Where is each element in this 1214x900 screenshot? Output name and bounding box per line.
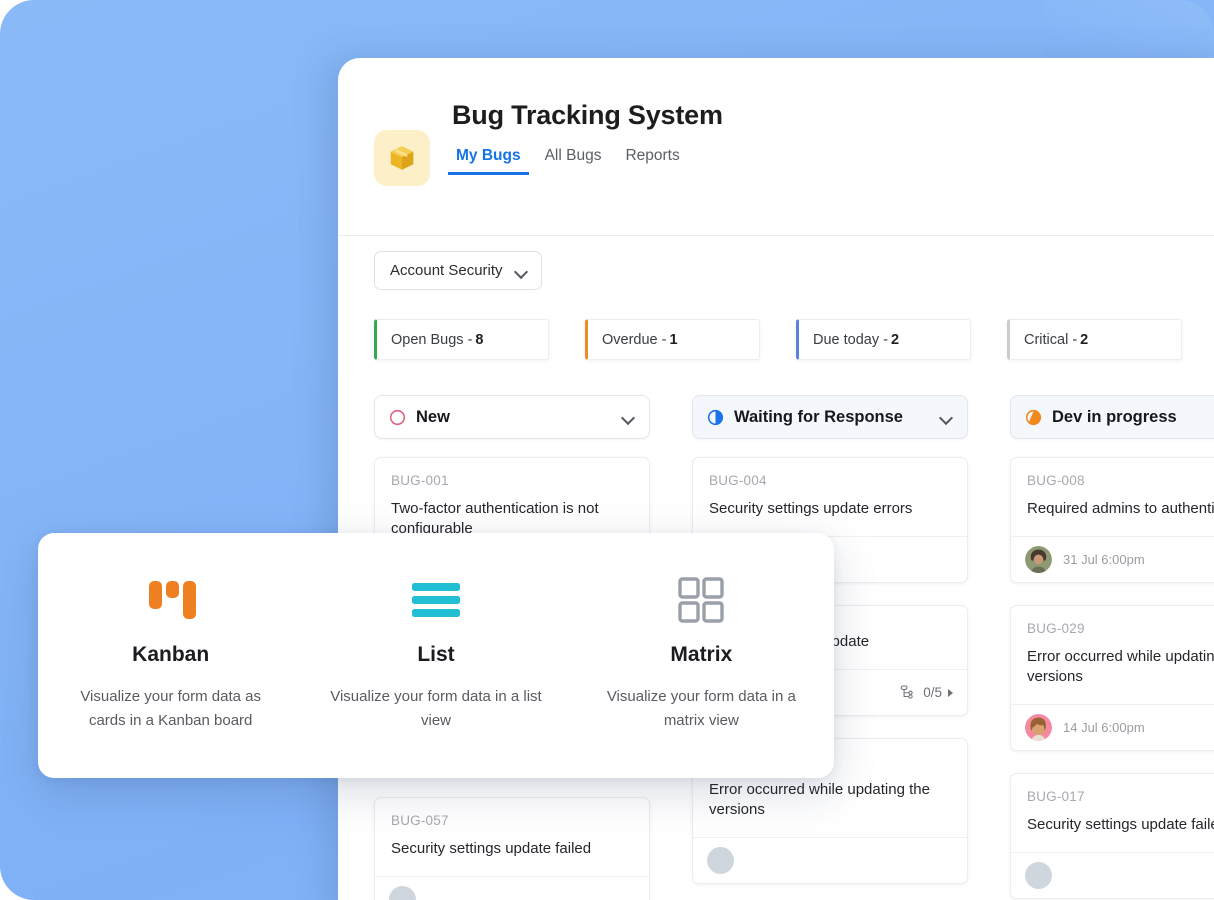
backdrop-corner-accent [1044, 0, 1214, 66]
form-filter-label: Account Security [390, 262, 503, 279]
card-footer [375, 876, 649, 900]
column-cards: BUG-008 Required admins to authenticate [1010, 457, 1214, 899]
header-divider [338, 235, 1214, 236]
caret-right-icon [948, 688, 953, 697]
stat-card-due-today[interactable]: Due today - 2 [796, 319, 971, 360]
screen-root: Bug Tracking System My Bugs All Bugs Rep… [0, 0, 1214, 900]
list-lines-icon [329, 573, 542, 627]
stat-card-open-bugs[interactable]: Open Bugs - 8 [374, 319, 549, 360]
card-footer: 31 Jul 6:00pm [1011, 536, 1214, 582]
card-bug-title: Security settings update failed [391, 840, 592, 857]
column-title: New [416, 407, 450, 426]
stat-value: 2 [890, 331, 900, 348]
avatar [389, 886, 416, 900]
stats-row: Open Bugs - 8 Overdue - 1 Due today - 2 … [374, 319, 1182, 360]
circle-empty-icon [389, 409, 406, 426]
tab-all-bugs[interactable]: All Bugs [537, 143, 610, 175]
bug-card[interactable]: BUG-008 Required admins to authenticate [1010, 457, 1214, 583]
column-title: Dev in progress [1052, 407, 1177, 426]
kanban-bars-icon [64, 573, 277, 627]
subtask-count: 0/5 [923, 685, 942, 700]
page-title: Bug Tracking System [452, 100, 723, 130]
view-option-kanban[interactable]: Kanban Visualize your form data as cards… [38, 573, 303, 733]
view-option-list[interactable]: List Visualize your form data in a list … [303, 573, 568, 733]
card-bug-id: BUG-057 [391, 813, 449, 828]
tab-bar: My Bugs All Bugs Reports [448, 143, 688, 175]
tab-reports[interactable]: Reports [617, 143, 687, 175]
bug-card[interactable]: BUG-057 Security settings update failed [374, 797, 650, 900]
form-filter-dropdown[interactable]: Account Security [374, 251, 542, 290]
stat-label: Open Bugs - [391, 331, 473, 348]
stat-label: Critical - [1024, 331, 1078, 348]
stat-value: 8 [475, 331, 484, 348]
chevron-down-icon[interactable] [940, 413, 953, 421]
subtask-counter[interactable]: 0/5 [900, 685, 953, 700]
card-bug-title: Error occurred while updating the versio… [1027, 648, 1214, 685]
view-option-description: Visualize your form data as cards in a K… [80, 688, 261, 729]
view-option-name: Matrix [670, 643, 733, 666]
card-bug-id: BUG-008 [1027, 473, 1085, 488]
chevron-down-icon[interactable] [622, 413, 635, 421]
bug-card[interactable]: BUG-029 Error occurred while updating th… [1010, 605, 1214, 751]
stat-label: Overdue - [602, 331, 667, 348]
column-header-waiting-for-response[interactable]: Waiting for Response [692, 395, 968, 439]
card-date: 31 Jul 6:00pm [1063, 552, 1145, 567]
avatar [1025, 546, 1052, 573]
card-bug-id: BUG-001 [391, 473, 449, 488]
card-footer: 14 Jul 6:00pm [1011, 704, 1214, 750]
filter-row: Account Security [374, 251, 542, 290]
stat-card-critical[interactable]: Critical - 2 [1007, 319, 1182, 360]
view-option-description: Visualize your form data in a list view [330, 688, 542, 729]
card-bug-id: BUG-004 [709, 473, 767, 488]
stat-value: 2 [1080, 331, 1089, 348]
card-bug-id: BUG-017 [1027, 789, 1085, 804]
card-footer [1011, 852, 1214, 898]
matrix-grid-icon [595, 573, 808, 627]
card-bug-title: Error occurred while updating the versio… [709, 781, 930, 818]
stat-label: Due today - [813, 331, 888, 348]
avatar [707, 847, 734, 874]
avatar [1025, 714, 1052, 741]
view-option-description: Visualize your form data in a matrix vie… [606, 688, 796, 729]
app-header: Bug Tracking System My Bugs All Bugs Rep… [338, 58, 1214, 236]
bug-card[interactable]: BUG-017 Security settings update failed [1010, 773, 1214, 899]
card-bug-title: Security settings update failed [1027, 816, 1214, 833]
view-type-popup: Kanban Visualize your form data as cards… [38, 533, 834, 778]
card-bug-id: BUG-029 [1027, 621, 1085, 636]
circle-three-quarter-icon [1025, 409, 1042, 426]
kanban-column-dev-in-progress: Dev in progress BUG-008 Required admins … [1010, 395, 1214, 900]
view-option-name: List [417, 643, 455, 666]
circle-half-icon [707, 409, 724, 426]
card-footer [693, 837, 967, 883]
chevron-down-icon [515, 267, 528, 275]
card-bug-title: Required admins to authenticate [1027, 500, 1214, 517]
view-option-name: Kanban [132, 643, 210, 666]
column-header-dev-in-progress[interactable]: Dev in progress [1010, 395, 1214, 439]
avatar [1025, 862, 1052, 889]
stat-card-overdue[interactable]: Overdue - 1 [585, 319, 760, 360]
stat-value: 1 [669, 331, 678, 348]
column-header-new[interactable]: New [374, 395, 650, 439]
card-date: 14 Jul 6:00pm [1063, 720, 1145, 735]
package-box-icon [374, 130, 430, 186]
tab-my-bugs[interactable]: My Bugs [448, 143, 529, 175]
column-title: Waiting for Response [734, 407, 903, 426]
card-bug-title: Security settings update errors [709, 500, 913, 517]
subtask-tree-icon [900, 685, 913, 699]
view-option-matrix[interactable]: Matrix Visualize your form data in a mat… [569, 573, 834, 733]
